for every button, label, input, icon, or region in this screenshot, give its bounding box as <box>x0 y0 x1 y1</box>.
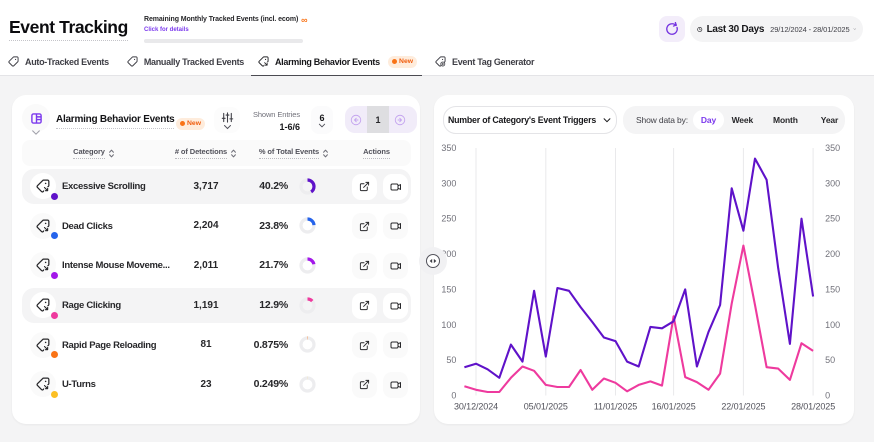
svg-text:0: 0 <box>825 391 830 401</box>
svg-text:100: 100 <box>441 320 456 330</box>
svg-text:350: 350 <box>441 144 456 153</box>
svg-text:350: 350 <box>825 144 840 153</box>
svg-text:05/01/2025: 05/01/2025 <box>524 402 568 412</box>
svg-text:16/01/2025: 16/01/2025 <box>652 402 696 412</box>
svg-text:22/01/2025: 22/01/2025 <box>721 402 765 412</box>
svg-text:300: 300 <box>441 178 456 188</box>
svg-text:0: 0 <box>451 391 456 401</box>
svg-text:30/12/2024: 30/12/2024 <box>454 402 498 412</box>
svg-text:250: 250 <box>441 214 456 224</box>
svg-text:11/01/2025: 11/01/2025 <box>594 402 637 412</box>
svg-text:100: 100 <box>825 320 840 330</box>
svg-text:250: 250 <box>825 214 840 224</box>
svg-text:28/01/2025: 28/01/2025 <box>791 402 835 412</box>
svg-text:300: 300 <box>825 178 840 188</box>
svg-text:50: 50 <box>825 355 835 365</box>
svg-text:150: 150 <box>825 284 840 294</box>
svg-text:50: 50 <box>446 355 456 365</box>
svg-text:150: 150 <box>441 284 456 294</box>
svg-text:200: 200 <box>825 249 840 259</box>
